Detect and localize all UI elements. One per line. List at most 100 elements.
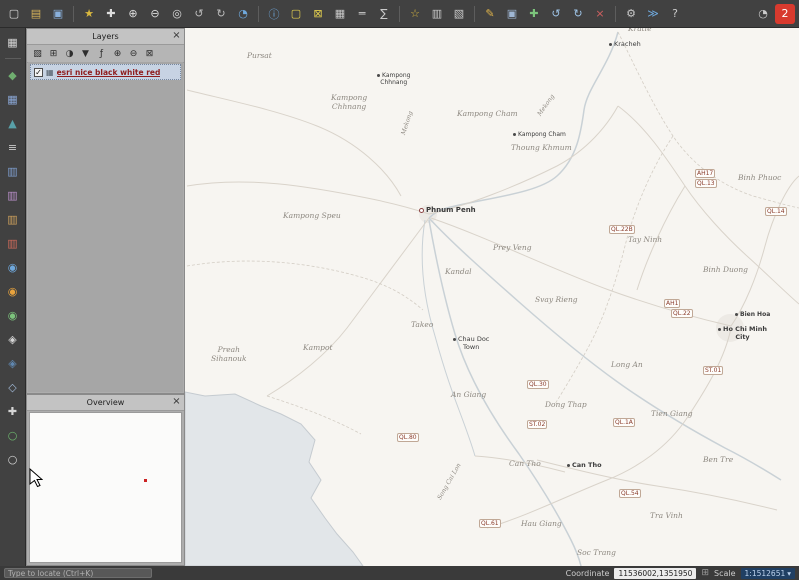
add-delimited-text-icon[interactable]: ≡ bbox=[3, 137, 23, 157]
icon-glyph: ▧ bbox=[33, 49, 42, 59]
add-wfs-layer-icon[interactable]: ◉ bbox=[3, 281, 23, 301]
region-label: Soc Trang bbox=[577, 549, 616, 558]
scale-value[interactable]: 1:1512651 ▾ bbox=[741, 568, 795, 579]
close-icon[interactable]: × bbox=[171, 395, 182, 408]
road-shield: QL.61 bbox=[479, 519, 501, 528]
notifications-badge[interactable]: 2 bbox=[775, 4, 795, 24]
icon-glyph: ◎ bbox=[172, 7, 182, 20]
pan-map-icon[interactable]: ✚ bbox=[101, 4, 121, 24]
add-mssql-layer-icon[interactable]: ▥ bbox=[3, 209, 23, 229]
identify-features-icon[interactable]: ⓘ bbox=[264, 4, 284, 24]
add-raster-layer-icon[interactable]: ▦ bbox=[3, 89, 23, 109]
town-dot-icon bbox=[419, 208, 424, 213]
coordinate-value[interactable]: 11536002,1351950 bbox=[614, 568, 696, 579]
add-group-icon[interactable]: ⊞ bbox=[47, 47, 60, 60]
town-dot-icon bbox=[567, 464, 570, 467]
new-scratch-layer-icon[interactable]: ○ bbox=[3, 449, 23, 469]
add-wms-layer-icon[interactable]: ◉ bbox=[3, 257, 23, 277]
chevron-down-icon[interactable]: ▾ bbox=[787, 568, 791, 579]
icon-glyph: ▦ bbox=[7, 93, 17, 106]
help-icon[interactable]: ? bbox=[665, 4, 685, 24]
manage-layers-toolbar: ▦ ◆ ▦ ▲ ≡ ▥ ▥ ▥ ▥ ◉ ◉ ◉ ◈ ◈ ◇ ✚ ○ ○ bbox=[0, 28, 26, 566]
mouse-cursor bbox=[29, 468, 43, 488]
layers-panel-toolbar: ▧ ⊞◑▼ƒ⊕⊖⊠ bbox=[27, 45, 184, 63]
open-attribute-table-icon[interactable]: ▦ bbox=[330, 4, 350, 24]
add-vector-layer-icon[interactable]: ◆ bbox=[3, 65, 23, 85]
add-arcgis-rest-layer-icon[interactable]: ◈ bbox=[3, 353, 23, 373]
project-open-icon[interactable]: ▤ bbox=[26, 4, 46, 24]
layout-manager-icon[interactable]: ▧ bbox=[449, 4, 469, 24]
expand-all-icon[interactable]: ⊕ bbox=[111, 47, 124, 60]
style-manager-icon[interactable]: ★ bbox=[79, 4, 99, 24]
region-label-text: An Giang bbox=[451, 390, 486, 399]
project-new-icon[interactable]: ▢ bbox=[4, 4, 24, 24]
filter-by-expression-icon[interactable]: ƒ bbox=[95, 47, 108, 60]
region-label-text: Kampot bbox=[303, 343, 333, 352]
town-dot-icon bbox=[735, 313, 738, 316]
collapse-all-icon[interactable]: ⊖ bbox=[127, 47, 140, 60]
add-oracle-layer-icon[interactable]: ▥ bbox=[3, 233, 23, 253]
region-label-text: Hau Giang bbox=[521, 519, 562, 528]
add-postgis-layer-icon[interactable]: ▥ bbox=[3, 161, 23, 181]
locator-input[interactable] bbox=[4, 568, 152, 578]
undo-icon[interactable]: ↺ bbox=[546, 4, 566, 24]
region-label-text: Kandal bbox=[445, 267, 472, 276]
close-icon[interactable]: × bbox=[171, 29, 182, 42]
place-label-text: Kampong Cham bbox=[518, 131, 566, 138]
zoom-last-icon[interactable]: ↺ bbox=[189, 4, 209, 24]
region-label: Kratie bbox=[628, 28, 652, 34]
icon-glyph: ▤ bbox=[31, 7, 41, 20]
map-canvas[interactable]: KratiePursatKampong ChhnangKampong ChamT… bbox=[185, 28, 799, 566]
map-refresh-icon[interactable]: ◔ bbox=[233, 4, 253, 24]
add-xyz-layer-icon[interactable]: ◈ bbox=[3, 329, 23, 349]
zoom-next-icon[interactable]: ↻ bbox=[211, 4, 231, 24]
save-layer-edits-icon[interactable]: ▣ bbox=[502, 4, 522, 24]
open-layer-styling-icon[interactable]: ▧ bbox=[31, 47, 44, 60]
processing-toolbox-icon[interactable]: ⚙ bbox=[621, 4, 641, 24]
measure-line-icon[interactable]: ═ bbox=[352, 4, 372, 24]
region-label: Binh Duong bbox=[703, 266, 748, 275]
zoom-out-icon[interactable]: ⊖ bbox=[145, 4, 165, 24]
overview-map[interactable] bbox=[29, 412, 182, 563]
add-feature-icon[interactable]: ✚ bbox=[524, 4, 544, 24]
add-wcs-layer-icon[interactable]: ◉ bbox=[3, 305, 23, 325]
manage-map-themes-icon[interactable]: ◑ bbox=[63, 47, 76, 60]
zoom-full-icon[interactable]: ◎ bbox=[167, 4, 187, 24]
dock-panels: Layers × ▧ ⊞◑▼ƒ⊕⊖⊠ ✓ ▦ esri nice black wh… bbox=[26, 28, 185, 566]
delete-selected-icon[interactable]: × bbox=[590, 4, 610, 24]
new-print-layout-icon[interactable]: ▥ bbox=[427, 4, 447, 24]
layer-item[interactable]: ✓ ▦ esri nice black white red bbox=[30, 64, 181, 80]
extents-icon[interactable]: ⊞ bbox=[701, 568, 709, 578]
region-label: Thoung Khmum bbox=[511, 144, 572, 153]
redo-icon[interactable]: ↻ bbox=[568, 4, 588, 24]
toggle-editing-icon[interactable]: ✎ bbox=[480, 4, 500, 24]
icon-glyph: ▢ bbox=[291, 7, 301, 20]
select-features-icon[interactable]: ▢ bbox=[286, 4, 306, 24]
add-virtual-layer-icon[interactable]: ◇ bbox=[3, 377, 23, 397]
deselect-features-icon[interactable]: ⊠ bbox=[308, 4, 328, 24]
zoom-in-icon[interactable]: ⊕ bbox=[123, 4, 143, 24]
icon-glyph: ↺ bbox=[194, 7, 203, 20]
python-console-icon[interactable]: ≫ bbox=[643, 4, 663, 24]
layers-panel-title-text: Layers bbox=[92, 32, 118, 41]
new-bookmark-icon[interactable]: ☆ bbox=[405, 4, 425, 24]
region-label: Can Tho bbox=[509, 460, 541, 469]
layer-visibility-checkbox[interactable]: ✓ bbox=[34, 68, 43, 77]
sea-polygon bbox=[185, 392, 363, 566]
road-shield: QL.13 bbox=[695, 179, 717, 188]
region-label: Kampong Cham bbox=[457, 110, 518, 119]
toolbar-separator bbox=[73, 6, 74, 22]
filter-legend-icon[interactable]: ▼ bbox=[79, 47, 92, 60]
data-source-manager-icon[interactable]: ▦ bbox=[3, 32, 23, 52]
statistical-summary-icon[interactable]: ∑ bbox=[374, 4, 394, 24]
region-label: An Giang bbox=[451, 391, 486, 400]
temporal-controller-icon[interactable]: ◔ bbox=[753, 4, 773, 24]
new-geopackage-layer-icon[interactable]: ○ bbox=[3, 425, 23, 445]
new-shapefile-layer-icon[interactable]: ✚ bbox=[3, 401, 23, 421]
region-label: Pursat bbox=[247, 52, 272, 61]
place-label: Phnum Penh bbox=[419, 206, 476, 214]
add-mesh-layer-icon[interactable]: ▲ bbox=[3, 113, 23, 133]
add-spatialite-layer-icon[interactable]: ▥ bbox=[3, 185, 23, 205]
project-save-icon[interactable]: ▣ bbox=[48, 4, 68, 24]
remove-layer-icon[interactable]: ⊠ bbox=[143, 47, 156, 60]
